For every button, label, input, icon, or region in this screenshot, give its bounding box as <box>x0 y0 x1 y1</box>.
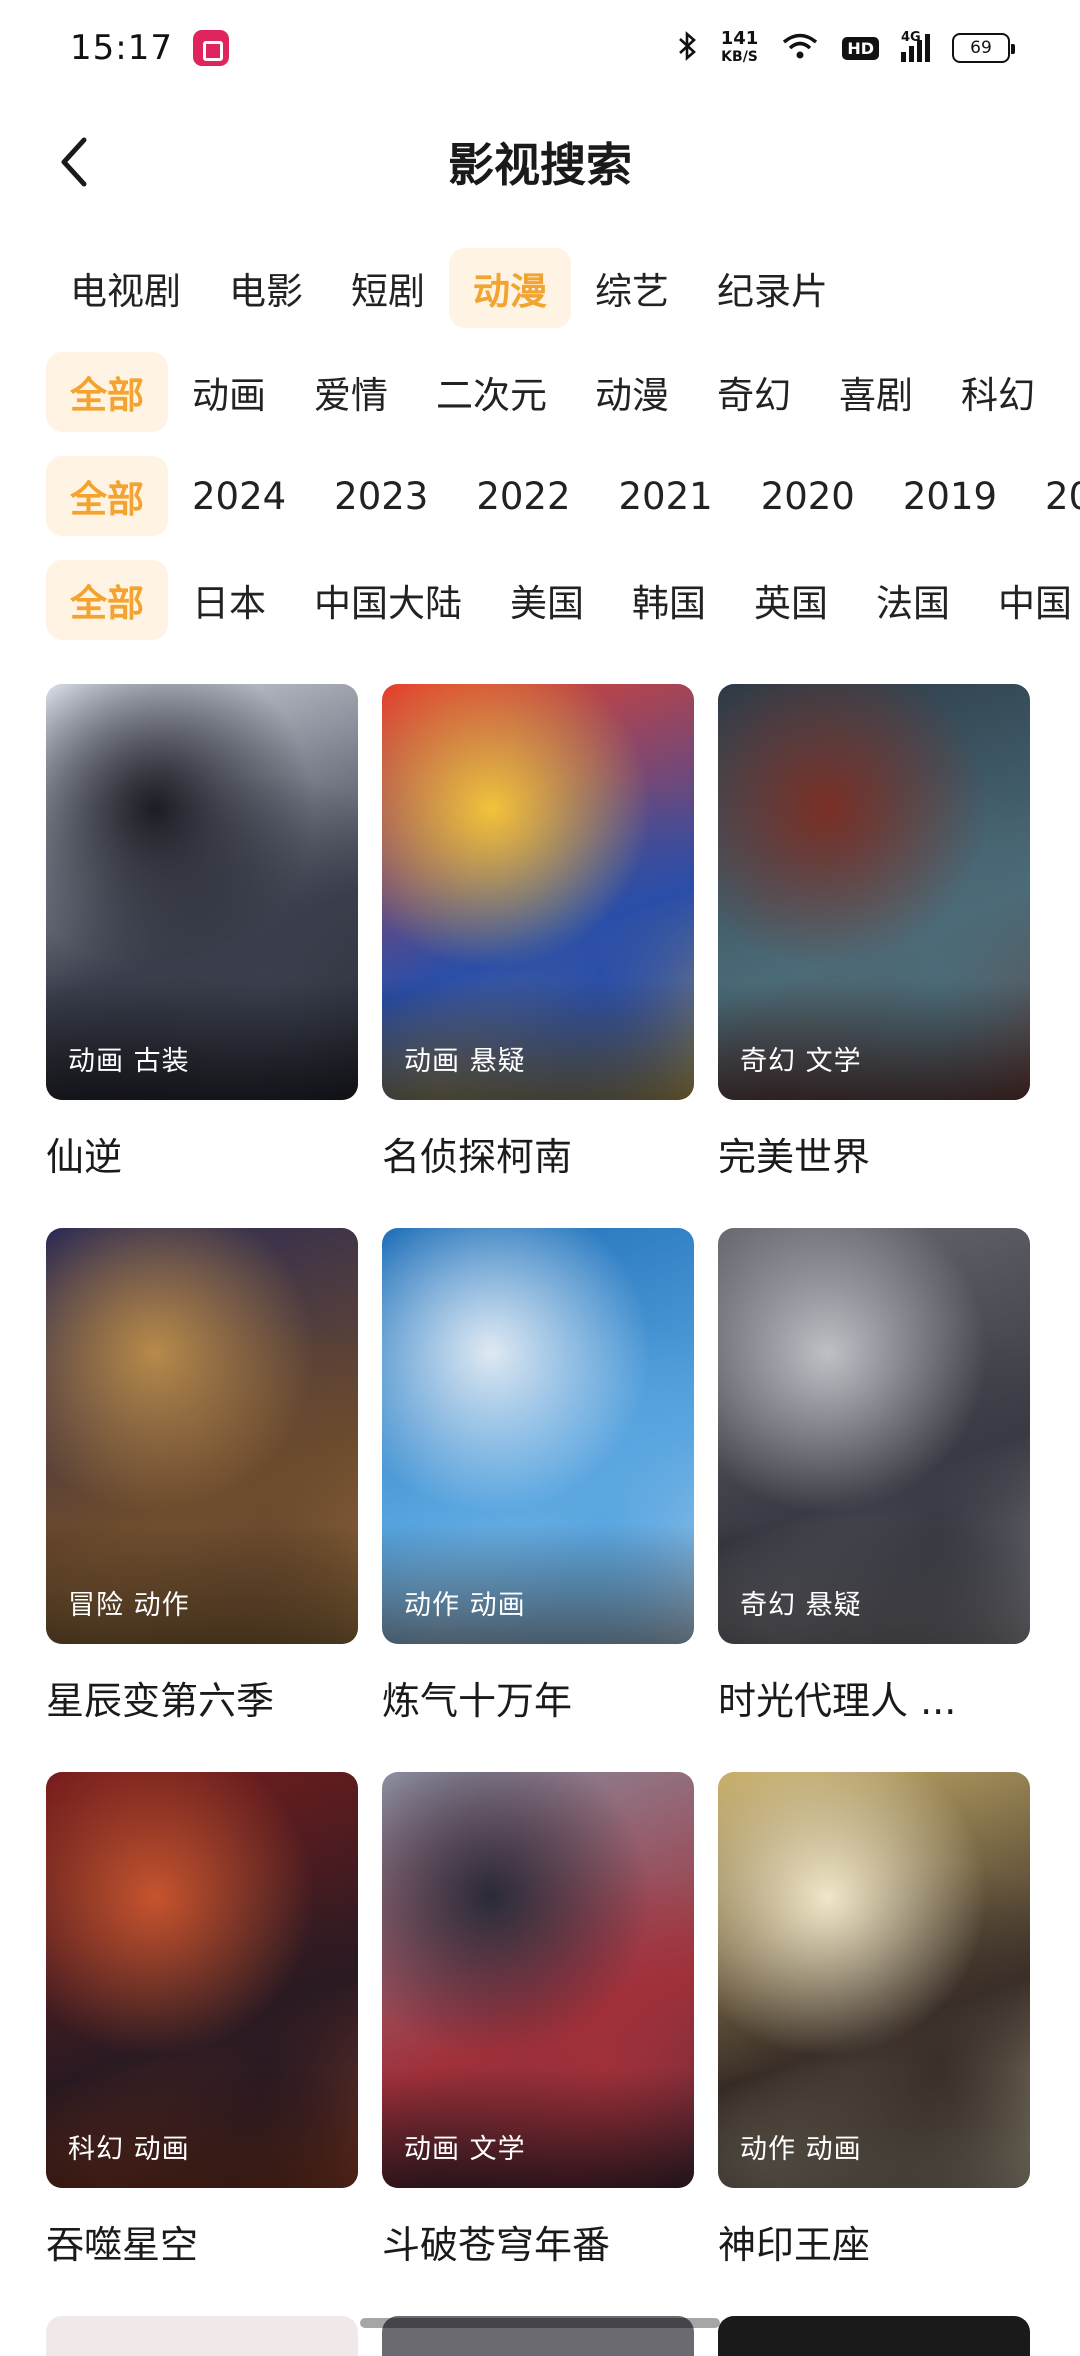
tab-tv-series[interactable]: 电视剧 <box>46 248 205 328</box>
genre-chip[interactable]: 动画 <box>168 352 290 432</box>
media-title: 神印王座 <box>718 2223 871 2267</box>
status-icons: 141 KB/S HD 4G 69 <box>677 30 1015 67</box>
poster-image: 动画 古装 <box>46 684 358 1100</box>
status-time: 15:17 <box>70 28 173 68</box>
poster-image: 动画 悬疑 <box>382 684 694 1100</box>
genre-chip[interactable]: 二次元 <box>412 352 571 432</box>
genre-filter: 全部 动画 爱情 二次元 动漫 奇幻 喜剧 科幻 <box>0 350 1080 434</box>
network-speed-value: 141 <box>720 28 759 49</box>
media-card[interactable]: 奇幻 悬疑 时光代理人 ... <box>718 1228 1030 1772</box>
year-filter: 全部 2024 2023 2022 2021 2020 2019 2018 <box>0 454 1080 538</box>
page-title: 影视搜索 <box>448 138 632 192</box>
year-chip[interactable]: 2020 <box>737 456 879 536</box>
genre-chip[interactable]: 动漫 <box>571 352 693 432</box>
genre-tags: 动画 悬疑 <box>404 1046 526 1077</box>
status-bar: 15:17 141 KB/S HD 4G 69 <box>0 0 1080 96</box>
network-speed-unit: KB/S <box>721 49 758 65</box>
network-type: 4G <box>901 30 921 45</box>
genre-chip[interactable]: 爱情 <box>290 352 412 432</box>
media-title: 吞噬星空 <box>46 2223 199 2267</box>
region-chip[interactable]: 法国 <box>852 560 974 640</box>
wifi-icon <box>780 31 820 66</box>
media-title: 炼气十万年 <box>382 1679 573 1723</box>
media-card[interactable]: 动画 古装 仙逆 <box>46 684 358 1228</box>
poster-image: 冒险 动作 <box>46 1228 358 1644</box>
year-chip[interactable]: 2021 <box>595 456 737 536</box>
header: 影视搜索 <box>0 112 1080 212</box>
signal-icon: 4G <box>901 30 930 62</box>
screen-record-icon <box>192 30 229 66</box>
tab-short-drama[interactable]: 短剧 <box>327 248 449 328</box>
genre-tags: 动画 古装 <box>68 1046 190 1077</box>
poster-image[interactable] <box>46 2316 358 2356</box>
poster-image: 奇幻 悬疑 <box>718 1228 1030 1644</box>
year-chip[interactable]: 2019 <box>879 456 1021 536</box>
poster-image: 科幻 动画 <box>46 1772 358 2188</box>
genre-tags: 科幻 动画 <box>68 2134 190 2165</box>
genre-tags: 奇幻 悬疑 <box>740 1590 862 1621</box>
region-chip[interactable]: 日本 <box>168 560 290 640</box>
media-card[interactable]: 冒险 动作 星辰变第六季 <box>46 1228 358 1772</box>
media-title: 仙逆 <box>46 1135 123 1179</box>
genre-tags: 动画 文学 <box>404 2134 526 2165</box>
year-chip[interactable]: 2023 <box>310 456 452 536</box>
tab-documentary[interactable]: 纪录片 <box>693 248 852 328</box>
genre-tags: 奇幻 文学 <box>740 1046 862 1077</box>
poster-image: 动画 文学 <box>382 1772 694 2188</box>
tab-movie[interactable]: 电影 <box>205 248 327 328</box>
genre-tags: 动作 动画 <box>740 2134 862 2165</box>
network-speed: 141 KB/S <box>721 30 759 66</box>
media-card[interactable]: 动作 动画 炼气十万年 <box>382 1228 694 1772</box>
poster-image[interactable] <box>718 2316 1030 2356</box>
year-chip[interactable]: 全部 <box>46 456 168 536</box>
media-card[interactable]: 动画 悬疑 名侦探柯南 <box>382 684 694 1228</box>
region-chip[interactable]: 韩国 <box>608 560 730 640</box>
bluetooth-icon <box>677 30 699 67</box>
year-chip[interactable]: 2024 <box>168 456 310 536</box>
media-card[interactable]: 动画 文学 斗破苍穹年番 <box>382 1772 694 2316</box>
media-title: 斗破苍穹年番 <box>382 2223 611 2267</box>
results-grid: 动画 古装 仙逆 动画 悬疑 名侦探柯南 奇幻 文学 完美世界 冒险 动作 星辰… <box>46 684 1080 2316</box>
region-chip[interactable]: 中国大陆 <box>290 560 486 640</box>
hd-badge: HD <box>842 36 879 60</box>
genre-tags: 动作 动画 <box>404 1590 526 1621</box>
genre-tags: 冒险 动作 <box>68 1590 190 1621</box>
poster-image: 动作 动画 <box>382 1228 694 1644</box>
tab-variety[interactable]: 综艺 <box>571 248 693 328</box>
poster-image: 动作 动画 <box>718 1772 1030 2188</box>
media-card[interactable]: 奇幻 文学 完美世界 <box>718 684 1030 1228</box>
battery-level: 69 <box>970 38 992 58</box>
region-chip[interactable]: 英国 <box>730 560 852 640</box>
battery-icon: 69 <box>952 33 1015 63</box>
tab-anime[interactable]: 动漫 <box>449 248 571 328</box>
region-chip[interactable]: 中国 <box>974 560 1080 640</box>
media-card[interactable]: 科幻 动画 吞噬星空 <box>46 1772 358 2316</box>
genre-chip[interactable]: 科幻 <box>937 352 1059 432</box>
media-title: 名侦探柯南 <box>382 1135 573 1179</box>
region-chip[interactable]: 美国 <box>486 560 608 640</box>
region-chip[interactable]: 全部 <box>46 560 168 640</box>
media-title: 星辰变第六季 <box>46 1679 275 1723</box>
genre-chip[interactable]: 喜剧 <box>815 352 937 432</box>
media-title: 时光代理人 ... <box>718 1679 957 1723</box>
media-title: 完美世界 <box>718 1135 871 1179</box>
genre-chip[interactable]: 奇幻 <box>693 352 815 432</box>
genre-chip[interactable]: 全部 <box>46 352 168 432</box>
media-card[interactable]: 动作 动画 神印王座 <box>718 1772 1030 2316</box>
year-chip[interactable]: 2022 <box>452 456 594 536</box>
home-indicator[interactable] <box>360 2318 720 2328</box>
back-button[interactable] <box>46 134 102 190</box>
region-filter: 全部 日本 中国大陆 美国 韩国 英国 法国 中国 <box>0 558 1080 642</box>
poster-image: 奇幻 文学 <box>718 684 1030 1100</box>
category-tabs: 电视剧 电影 短剧 动漫 综艺 纪录片 <box>0 246 1080 330</box>
year-chip[interactable]: 2018 <box>1021 456 1080 536</box>
chevron-left-icon <box>61 137 87 187</box>
